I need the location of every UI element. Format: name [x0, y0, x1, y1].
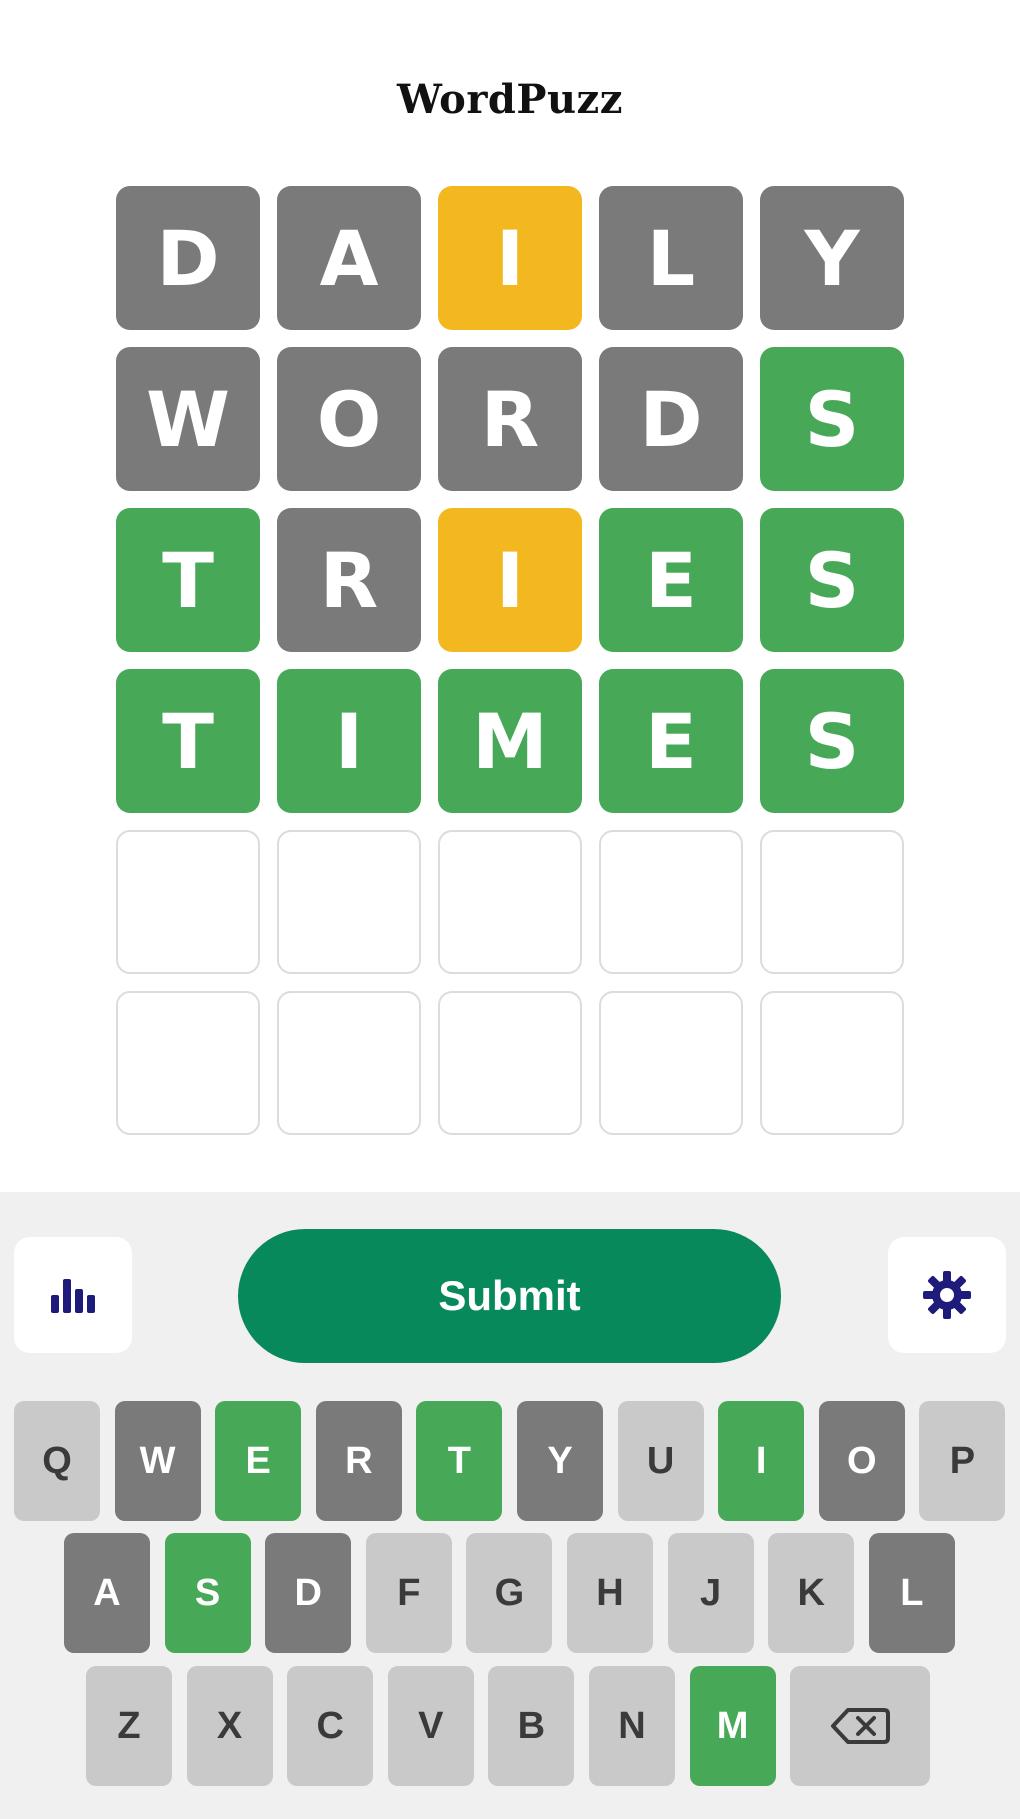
settings-button[interactable] — [888, 1237, 1006, 1353]
key-y[interactable]: Y — [517, 1401, 603, 1521]
key-w[interactable]: W — [114, 1401, 201, 1521]
key-a[interactable]: A — [64, 1533, 150, 1653]
app-title: WordPuzz — [397, 76, 623, 123]
key-k[interactable]: K — [768, 1533, 855, 1653]
board-tile: I — [277, 669, 421, 813]
board-tile — [760, 830, 904, 974]
key-q[interactable]: Q — [14, 1401, 100, 1521]
board-tile: R — [438, 347, 582, 491]
controls-panel: Submit QWERTYUIOP ASDFGHJKL ZXCVBNM — [0, 1192, 1020, 1819]
backspace-icon — [831, 1708, 891, 1744]
board-tile: S — [760, 669, 904, 813]
key-m[interactable]: M — [689, 1666, 776, 1786]
key-s[interactable]: S — [164, 1533, 251, 1653]
key-u[interactable]: U — [617, 1401, 704, 1521]
key-g[interactable]: G — [466, 1533, 553, 1653]
key-j[interactable]: J — [667, 1533, 754, 1653]
key-i[interactable]: I — [718, 1401, 805, 1521]
key-o[interactable]: O — [818, 1401, 905, 1521]
board-tile: I — [438, 186, 582, 330]
board-tile: M — [438, 669, 582, 813]
bar-chart-icon — [51, 1279, 95, 1313]
board-tile: E — [599, 669, 743, 813]
key-x[interactable]: X — [186, 1666, 273, 1786]
board-tile: D — [599, 347, 743, 491]
key-v[interactable]: V — [387, 1666, 474, 1786]
board-tile — [116, 830, 260, 974]
key-n[interactable]: N — [589, 1666, 675, 1786]
board-tile: I — [438, 508, 582, 652]
board-tile: Y — [760, 186, 904, 330]
key-h[interactable]: H — [567, 1533, 653, 1653]
keyboard-row-3: ZXCVBNM — [0, 1666, 1020, 1786]
keyboard-row-2: ASDFGHJKL — [0, 1533, 1020, 1653]
board-tile — [760, 991, 904, 1135]
board-tile: O — [277, 347, 421, 491]
backspace-key[interactable] — [790, 1666, 931, 1786]
board-tile: L — [599, 186, 743, 330]
key-z[interactable]: Z — [86, 1666, 172, 1786]
key-r[interactable]: R — [315, 1401, 402, 1521]
key-t[interactable]: T — [416, 1401, 503, 1521]
board-tile — [438, 830, 582, 974]
board-tile: E — [599, 508, 743, 652]
board-tile — [277, 830, 421, 974]
board-tile: W — [116, 347, 260, 491]
board-tile — [116, 991, 260, 1135]
key-f[interactable]: F — [365, 1533, 452, 1653]
board-tile — [277, 991, 421, 1135]
game-board: DAILYWORDSTRIESTIMES — [116, 186, 906, 1135]
key-b[interactable]: B — [488, 1666, 575, 1786]
gear-icon — [923, 1271, 971, 1319]
key-d[interactable]: D — [265, 1533, 352, 1653]
stats-button[interactable] — [14, 1237, 132, 1353]
board-tile: S — [760, 347, 904, 491]
board-tile — [599, 830, 743, 974]
board-tile: R — [277, 508, 421, 652]
key-p[interactable]: P — [919, 1401, 1006, 1521]
submit-button[interactable]: Submit — [238, 1229, 781, 1363]
board-tile — [438, 991, 582, 1135]
board-tile: S — [760, 508, 904, 652]
board-tile: T — [116, 669, 260, 813]
game-screen: WordPuzz DAILYWORDSTRIESTIMES Submit Q W… — [0, 0, 1020, 1819]
key-c[interactable]: C — [287, 1666, 374, 1786]
board-tile: T — [116, 508, 260, 652]
board-tile — [599, 991, 743, 1135]
key-e[interactable]: E — [215, 1401, 302, 1521]
keyboard-row-1: QWERTYUIOP — [0, 1401, 1020, 1521]
board-tile: D — [116, 186, 260, 330]
key-l[interactable]: L — [868, 1533, 955, 1653]
board-tile: A — [277, 186, 421, 330]
